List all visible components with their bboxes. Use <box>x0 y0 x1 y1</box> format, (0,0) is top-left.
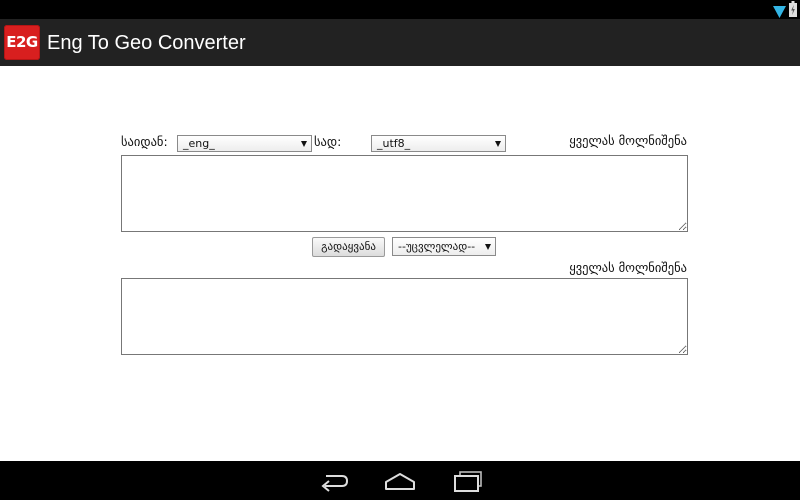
chevron-down-icon <box>495 141 501 147</box>
mode-value: --უცვლელად-- <box>398 240 476 253</box>
input-textarea[interactable] <box>121 155 688 232</box>
output-textarea[interactable] <box>121 278 688 355</box>
navigation-bar <box>0 461 800 500</box>
battery-icon <box>789 1 797 17</box>
from-language-select[interactable]: _eng_ <box>177 135 312 152</box>
mode-select[interactable]: --უცვლელად-- <box>392 237 496 256</box>
select-all-input-link[interactable]: ყველას მოლნიშენა <box>569 133 687 149</box>
to-label: სად: <box>314 134 342 149</box>
convert-button[interactable]: გადაყვანა <box>312 237 385 257</box>
select-all-output-link[interactable]: ყველას მოლნიშენა <box>569 260 687 276</box>
to-encoding-select[interactable]: _utf8_ <box>371 135 506 152</box>
status-bar <box>0 0 800 19</box>
chevron-down-icon <box>301 141 307 147</box>
recent-apps-icon[interactable] <box>452 470 484 492</box>
converter-panel: საიდან: _eng_ სად: _utf8_ ყველას მოლნიშე… <box>0 66 800 461</box>
home-icon[interactable] <box>384 470 416 492</box>
app-logo-icon: E2G <box>4 25 40 60</box>
from-label: საიდან: <box>121 134 168 149</box>
wifi-icon <box>773 3 786 18</box>
back-icon[interactable] <box>317 470 349 492</box>
action-bar: E2G Eng To Geo Converter <box>0 19 800 66</box>
from-language-value: _eng_ <box>183 137 215 150</box>
chevron-down-icon <box>485 244 491 250</box>
app-title: Eng To Geo Converter <box>47 32 246 54</box>
to-encoding-value: _utf8_ <box>377 137 411 150</box>
